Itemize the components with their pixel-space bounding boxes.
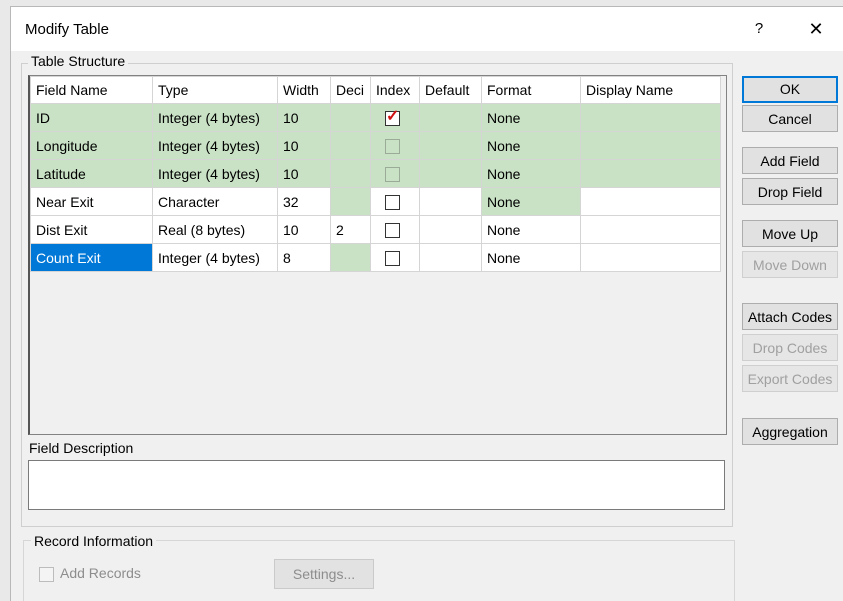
cell-default[interactable] [419,215,482,244]
index-checkbox[interactable] [385,194,400,210]
cell-display-name[interactable] [580,243,721,272]
checkmark-icon: ✓ [386,107,400,125]
cell-format[interactable]: None [481,243,581,272]
dialog-title: Modify Table [25,21,109,38]
drop-field-button[interactable]: Drop Field [742,178,838,205]
cell-default[interactable] [419,187,482,216]
column-header-default[interactable]: Default [419,76,482,104]
cell-format[interactable]: None [481,159,581,188]
table-row[interactable]: Count Exit Integer (4 bytes) 8 None [30,243,721,272]
help-button[interactable]: ? [744,17,774,41]
cell-width[interactable]: 32 [277,187,331,216]
drop-codes-button[interactable]: Drop Codes [742,334,838,361]
index-checkbox[interactable] [385,250,400,266]
cell-width[interactable]: 8 [277,243,331,272]
column-header-type[interactable]: Type [152,76,278,104]
table-row[interactable]: Longitude Integer (4 bytes) 10 None [30,131,721,160]
cell-type[interactable]: Character [152,187,278,216]
add-records-label: Add Records [60,565,141,581]
cell-display-name[interactable] [580,215,721,244]
cell-deci[interactable]: 2 [330,215,371,244]
add-records-checkbox[interactable]: Add Records [39,565,141,582]
cell-index[interactable] [370,215,420,244]
column-header-field-name[interactable]: Field Name [30,76,153,104]
column-header-width[interactable]: Width [277,76,331,104]
column-header-deci[interactable]: Deci [330,76,371,104]
table-row[interactable]: Dist Exit Real (8 bytes) 10 2 None [30,215,721,244]
cell-field-name[interactable]: Dist Exit [30,215,153,244]
move-down-button[interactable]: Move Down [742,251,838,278]
column-header-display-name[interactable]: Display Name [580,76,721,104]
settings-button[interactable]: Settings... [274,559,374,589]
cell-default[interactable] [419,243,482,272]
index-checkbox[interactable] [385,222,400,238]
index-checkbox[interactable]: ✓ [385,107,400,126]
cell-type[interactable]: Integer (4 bytes) [152,103,278,132]
table-row[interactable]: Latitude Integer (4 bytes) 10 None [30,159,721,188]
cell-index[interactable]: ✓ [370,103,420,132]
table-row[interactable]: Near Exit Character 32 None [30,187,721,216]
move-up-button[interactable]: Move Up [742,220,838,247]
cell-width[interactable]: 10 [277,159,331,188]
cell-type[interactable]: Real (8 bytes) [152,215,278,244]
cell-deci[interactable] [330,187,371,216]
cell-field-name[interactable]: Latitude [30,159,153,188]
cell-display-name[interactable] [580,103,721,132]
title-bar: Modify Table ? ✕ [11,7,843,51]
cell-width[interactable]: 10 [277,131,331,160]
table-structure-label: Table Structure [28,53,129,69]
cell-type[interactable]: Integer (4 bytes) [152,131,278,160]
field-description-label: Field Description [29,440,134,456]
cell-index[interactable] [370,243,420,272]
cell-format[interactable]: None [481,215,581,244]
index-checkbox[interactable] [385,138,400,154]
add-field-button[interactable]: Add Field [742,147,838,174]
cell-deci[interactable] [330,159,371,188]
cell-default[interactable] [419,159,482,188]
record-information-label: Record Information [31,533,157,549]
field-description-input[interactable] [28,460,725,510]
cancel-button[interactable]: Cancel [742,105,838,132]
cell-field-name[interactable]: Near Exit [30,187,153,216]
cell-field-name[interactable]: Longitude [30,131,153,160]
fields-table: Field Name Type Width Deci Index Default Forma… [30,76,721,272]
column-header-index[interactable]: Index [370,76,420,104]
ok-button[interactable]: OK [742,76,838,103]
column-header-format[interactable]: Format [481,76,581,104]
cell-field-name[interactable]: Count Exit [30,243,153,272]
cell-display-name[interactable] [580,159,721,188]
cell-format[interactable]: None [481,187,581,216]
cell-width[interactable]: 10 [277,103,331,132]
table-row[interactable]: ID Integer (4 bytes) 10 ✓ None [30,103,721,132]
cell-index[interactable] [370,159,420,188]
cell-format[interactable]: None [481,131,581,160]
index-checkbox[interactable] [385,166,400,182]
cell-deci[interactable] [330,243,371,272]
cell-deci[interactable] [330,103,371,132]
cell-index[interactable] [370,187,420,216]
cell-display-name[interactable] [580,131,721,160]
modify-table-dialog: Modify Table ? ✕ Table Structure Field N… [10,6,843,601]
cell-index[interactable] [370,131,420,160]
cell-format[interactable]: None [481,103,581,132]
fields-grid[interactable]: Field Name Type Width Deci Index Default Forma… [28,75,727,435]
close-button[interactable]: ✕ [801,15,831,43]
cell-type[interactable]: Integer (4 bytes) [152,159,278,188]
cell-field-name[interactable]: ID [30,103,153,132]
checkbox-icon [39,566,54,582]
cell-default[interactable] [419,103,482,132]
export-codes-button[interactable]: Export Codes [742,365,838,392]
cell-default[interactable] [419,131,482,160]
aggregation-button[interactable]: Aggregation [742,418,838,445]
attach-codes-button[interactable]: Attach Codes [742,303,838,330]
cell-deci[interactable] [330,131,371,160]
cell-type[interactable]: Integer (4 bytes) [152,243,278,272]
cell-width[interactable]: 10 [277,215,331,244]
cell-display-name[interactable] [580,187,721,216]
